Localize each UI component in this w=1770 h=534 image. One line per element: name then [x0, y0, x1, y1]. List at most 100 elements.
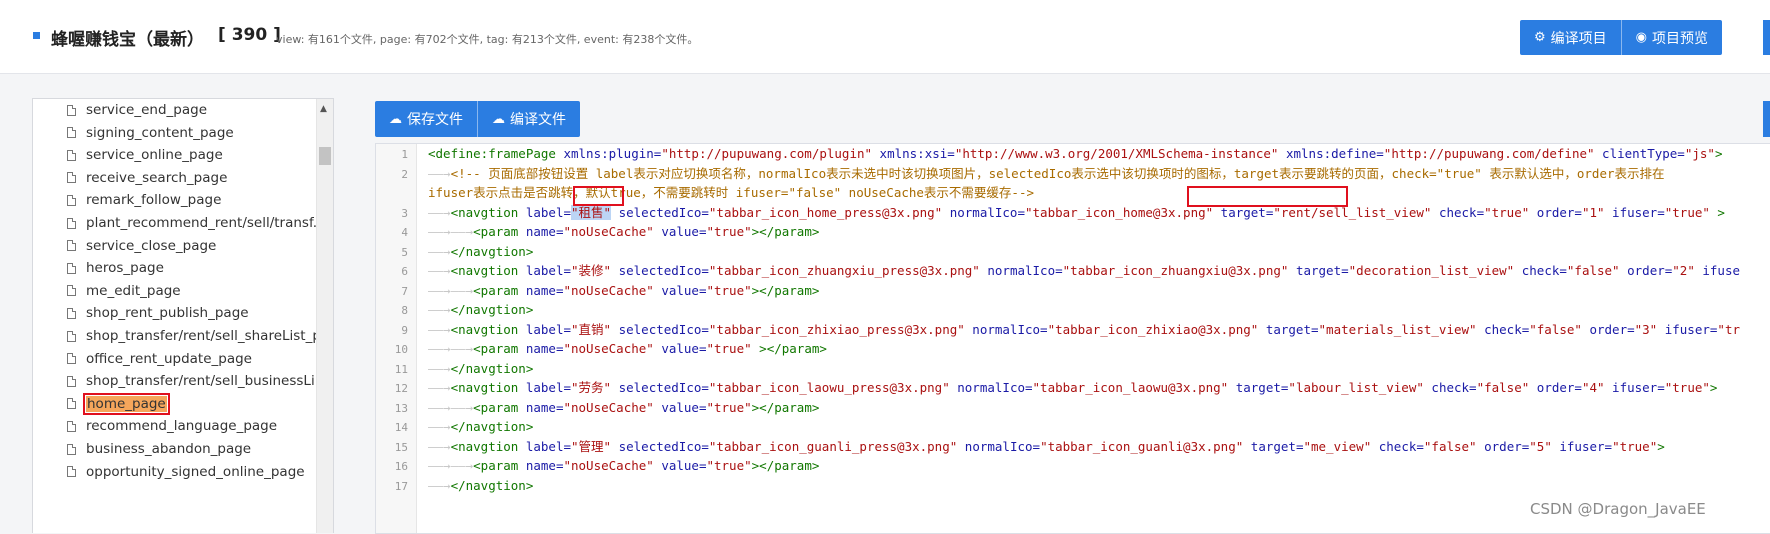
- scroll-up-arrow-icon[interactable]: ▲: [320, 104, 327, 114]
- indent-marker: ——→——→: [428, 224, 474, 239]
- cloud-upload-icon: ☁: [389, 111, 402, 127]
- code-token: normalIco=: [942, 204, 1025, 220]
- code-token: >: [1709, 204, 1725, 220]
- indent-marker: ——→: [428, 477, 451, 493]
- file-item-selected[interactable]: home_page: [67, 392, 170, 415]
- code-line: ——→<navgtion label="劳务" selectedIco="tab…: [428, 380, 1717, 396]
- code-token: "1": [1581, 204, 1605, 220]
- line-number: 2: [401, 167, 408, 181]
- indent-marker: ——→——→: [428, 282, 474, 298]
- file-item[interactable]: business_abandon_page: [67, 438, 251, 460]
- compile-project-button[interactable]: ⚙ 编译项目: [1520, 20, 1621, 55]
- scroll-thumb[interactable]: [319, 147, 331, 165]
- overflow-button-edge[interactable]: [1763, 20, 1770, 55]
- code-token: ifuser=: [1657, 321, 1718, 337]
- file-item-label: home_page: [83, 392, 170, 415]
- code-token: ></param>: [751, 224, 820, 239]
- file-item[interactable]: signing_content_page: [67, 122, 234, 144]
- code-token: "true": [1664, 204, 1710, 220]
- code-token: clientType=: [1594, 146, 1685, 161]
- code-token: <define:framePage: [428, 146, 564, 161]
- document-icon: [67, 420, 76, 432]
- document-icon: [67, 104, 76, 116]
- watermark: CSDN @Dragon_JavaEE: [1530, 500, 1706, 518]
- code-token: ifuser=: [1604, 204, 1665, 220]
- document-icon: [67, 149, 76, 161]
- code-token: label=: [525, 438, 571, 454]
- document-icon: [67, 240, 76, 252]
- code-token: <param: [473, 399, 526, 415]
- compile-file-button[interactable]: ☁ 编译文件: [477, 101, 580, 137]
- code-token: >: [1714, 146, 1723, 161]
- code-line: ——→<navgtion label="装修" selectedIco="tab…: [428, 263, 1740, 279]
- file-item-label: heros_page: [86, 260, 164, 277]
- file-tree-scrollbar[interactable]: ▲: [316, 99, 333, 533]
- file-item-label: service_close_page: [86, 237, 217, 254]
- file-tree: service_end_page signing_content_pageserv…: [32, 98, 334, 533]
- code-token: value=: [653, 341, 707, 356]
- indent-marker: ——→: [428, 165, 451, 181]
- file-item-label: service_online_page: [86, 147, 223, 164]
- code-token: <navgtion: [450, 321, 526, 337]
- code-token: "tabbar_icon_guanli@3x.png": [1040, 438, 1244, 454]
- line-number: 3: [401, 206, 408, 220]
- code-token: "materials_list_view": [1318, 321, 1477, 337]
- code-line: ——→——→<param name="noUseCache" value="tr…: [428, 224, 819, 240]
- code-token: "false": [1529, 321, 1582, 337]
- code-token: "tabbar_icon_zhixiao_press@3x.png": [708, 321, 965, 337]
- code-token: value=: [653, 399, 707, 415]
- code-editor[interactable]: 1 2 3 4 5 6 7 8 9 10 11 12 13 14 15 16 17 <define:frameP…: [375, 143, 1770, 534]
- indent-marker: ——→——→: [428, 458, 474, 473]
- gear-icon: ⚙: [1534, 30, 1546, 45]
- code-line: ——→——→<param name="noUseCache" value="tr…: [428, 283, 819, 299]
- code-token: "tabbar_icon_home_press@3x.png": [708, 204, 943, 220]
- file-item-label: opportunity_signed_online_page: [86, 463, 305, 480]
- indent-marker: ——→——→: [428, 341, 474, 356]
- code-line: ——→</navgtion>: [428, 361, 533, 377]
- file-item-label: remark_follow_page: [86, 192, 222, 209]
- line-number: 17: [394, 479, 408, 493]
- code-token: target=: [1243, 438, 1304, 454]
- file-item[interactable]: opportunity_signed_online_page: [67, 461, 305, 483]
- code-token: order=: [1619, 263, 1673, 278]
- file-item[interactable]: remark_follow_page: [67, 189, 221, 211]
- document-icon: [67, 172, 76, 184]
- file-item[interactable]: shop_rent_publish_page: [67, 302, 249, 324]
- file-item[interactable]: service_close_page: [67, 235, 216, 257]
- code-token: ifuser=: [1551, 438, 1613, 454]
- file-item[interactable]: receive_search_page: [67, 167, 227, 189]
- file-item[interactable]: office_rent_update_page: [67, 348, 252, 370]
- document-icon: [67, 466, 76, 478]
- code-token: "tabbar_icon_zhixiao@3x.png": [1047, 321, 1259, 337]
- save-file-button[interactable]: ☁ 保存文件: [375, 101, 477, 137]
- code-line: ——→</navgtion>: [428, 478, 533, 494]
- editor-overflow-edge[interactable]: [1763, 101, 1770, 137]
- code-token: order=: [1476, 438, 1530, 454]
- code-token: >: [1657, 438, 1665, 454]
- file-item[interactable]: service_end_page: [67, 99, 207, 121]
- file-item[interactable]: shop_transfer/rent/sell_businessLi...: [67, 370, 328, 392]
- code-token: "false": [1423, 438, 1477, 454]
- file-item[interactable]: me_edit_page: [67, 280, 181, 302]
- file-item[interactable]: shop_transfer/rent/sell_shareList_p...: [67, 325, 334, 347]
- eye-icon: ◉: [1635, 30, 1647, 45]
- file-item[interactable]: recommend_language_page: [67, 415, 277, 437]
- code-token: normalIco=: [957, 438, 1041, 454]
- code-token: ifuser=: [1604, 380, 1665, 395]
- file-item-label: shop_transfer/rent/sell_shareList_p...: [86, 328, 334, 344]
- preview-project-button[interactable]: ◉ 项目预览: [1620, 20, 1722, 55]
- code-token: "4": [1581, 380, 1605, 395]
- code-token: "直销": [571, 321, 612, 337]
- line-number: 1: [401, 148, 408, 161]
- code-token: target=: [1258, 321, 1319, 337]
- file-item[interactable]: plant_recommend_rent/sell/transf...: [67, 212, 326, 234]
- indent-marker: ——→: [428, 438, 451, 454]
- file-item[interactable]: service_online_page: [67, 144, 223, 166]
- cloud-upload-icon: ☁: [492, 111, 505, 127]
- code-token: </navgtion>: [450, 360, 534, 376]
- document-icon: [67, 375, 76, 387]
- file-item[interactable]: heros_page: [67, 257, 164, 279]
- code-token: <param: [473, 458, 526, 473]
- code-line: ——→<navgtion label="直销" selectedIco="tab…: [428, 322, 1740, 338]
- file-count: [ 390 ]: [218, 25, 281, 45]
